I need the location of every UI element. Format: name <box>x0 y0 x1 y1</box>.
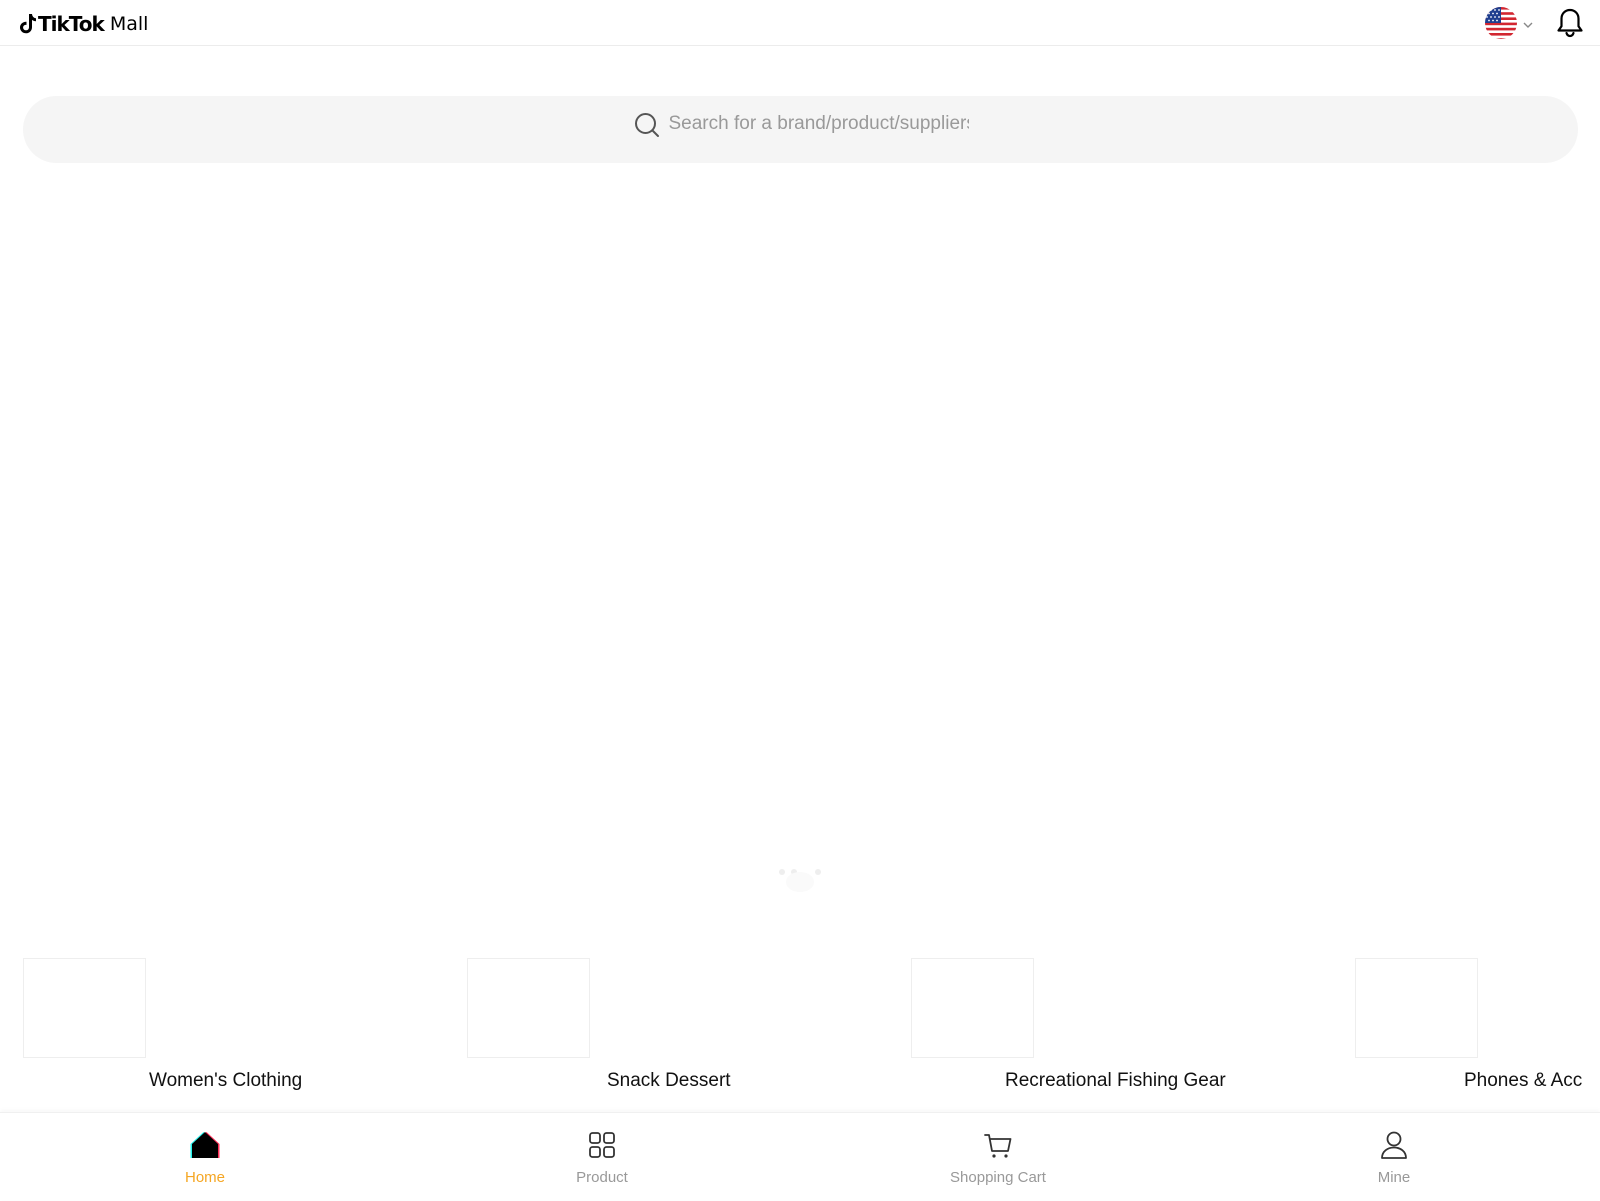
category-label: Recreational Fishing Gear <box>1005 1070 1226 1091</box>
grid-icon <box>589 1132 615 1158</box>
category-item[interactable]: Recreational Fishing Gear <box>911 958 1331 1108</box>
category-thumbnail <box>1355 958 1478 1058</box>
category-thumbnail <box>467 958 590 1058</box>
home-icon <box>190 1132 220 1158</box>
category-label: Snack Dessert <box>607 1070 731 1091</box>
category-label: Women's Clothing <box>149 1070 303 1091</box>
tab-product[interactable]: Product <box>522 1113 682 1201</box>
category-label: Phones & Acc <box>1464 1070 1583 1091</box>
tiktok-note-icon <box>20 14 36 34</box>
category-item[interactable]: Women's Clothing <box>23 958 443 1108</box>
tab-home-label: Home <box>184 1169 225 1186</box>
category-thumbnail <box>23 958 146 1058</box>
tab-shopping-cart[interactable]: Shopping Cart <box>918 1113 1078 1201</box>
chevron-down-icon <box>1523 22 1533 28</box>
user-icon <box>1381 1131 1407 1159</box>
bottom-tab-bar: Home Product Shopping Cart Mine <box>0 1112 1600 1200</box>
category-item[interactable]: Snack Dessert <box>467 958 887 1108</box>
search-input[interactable] <box>668 112 969 135</box>
language-selector[interactable] <box>1484 5 1534 41</box>
tab-product-label: Product <box>576 1169 628 1186</box>
brand-suffix: Mall <box>109 13 149 35</box>
tab-mine-label: Mine <box>1377 1169 1411 1186</box>
category-thumbnail <box>911 958 1034 1058</box>
bell-icon[interactable] <box>1554 7 1586 39</box>
brand-name: TikTok <box>38 12 105 36</box>
tiktok-mall-logo[interactable]: TikTok Mall <box>18 12 148 36</box>
tab-home[interactable]: Home <box>125 1113 285 1201</box>
search-icon <box>634 112 659 137</box>
category-list: Women's Clothing Snack Dessert Recreatio… <box>0 958 1600 1118</box>
us-flag-icon <box>1485 7 1517 39</box>
loading-indicator-icon <box>779 869 821 892</box>
category-item[interactable]: Phones & Acc <box>1355 958 1600 1108</box>
tab-shopping-cart-label: Shopping Cart <box>950 1169 1046 1186</box>
search-bar[interactable] <box>23 96 1578 163</box>
top-header: TikTok Mall <box>0 0 1600 46</box>
tab-mine[interactable]: Mine <box>1314 1113 1474 1201</box>
cart-icon <box>984 1134 1012 1158</box>
